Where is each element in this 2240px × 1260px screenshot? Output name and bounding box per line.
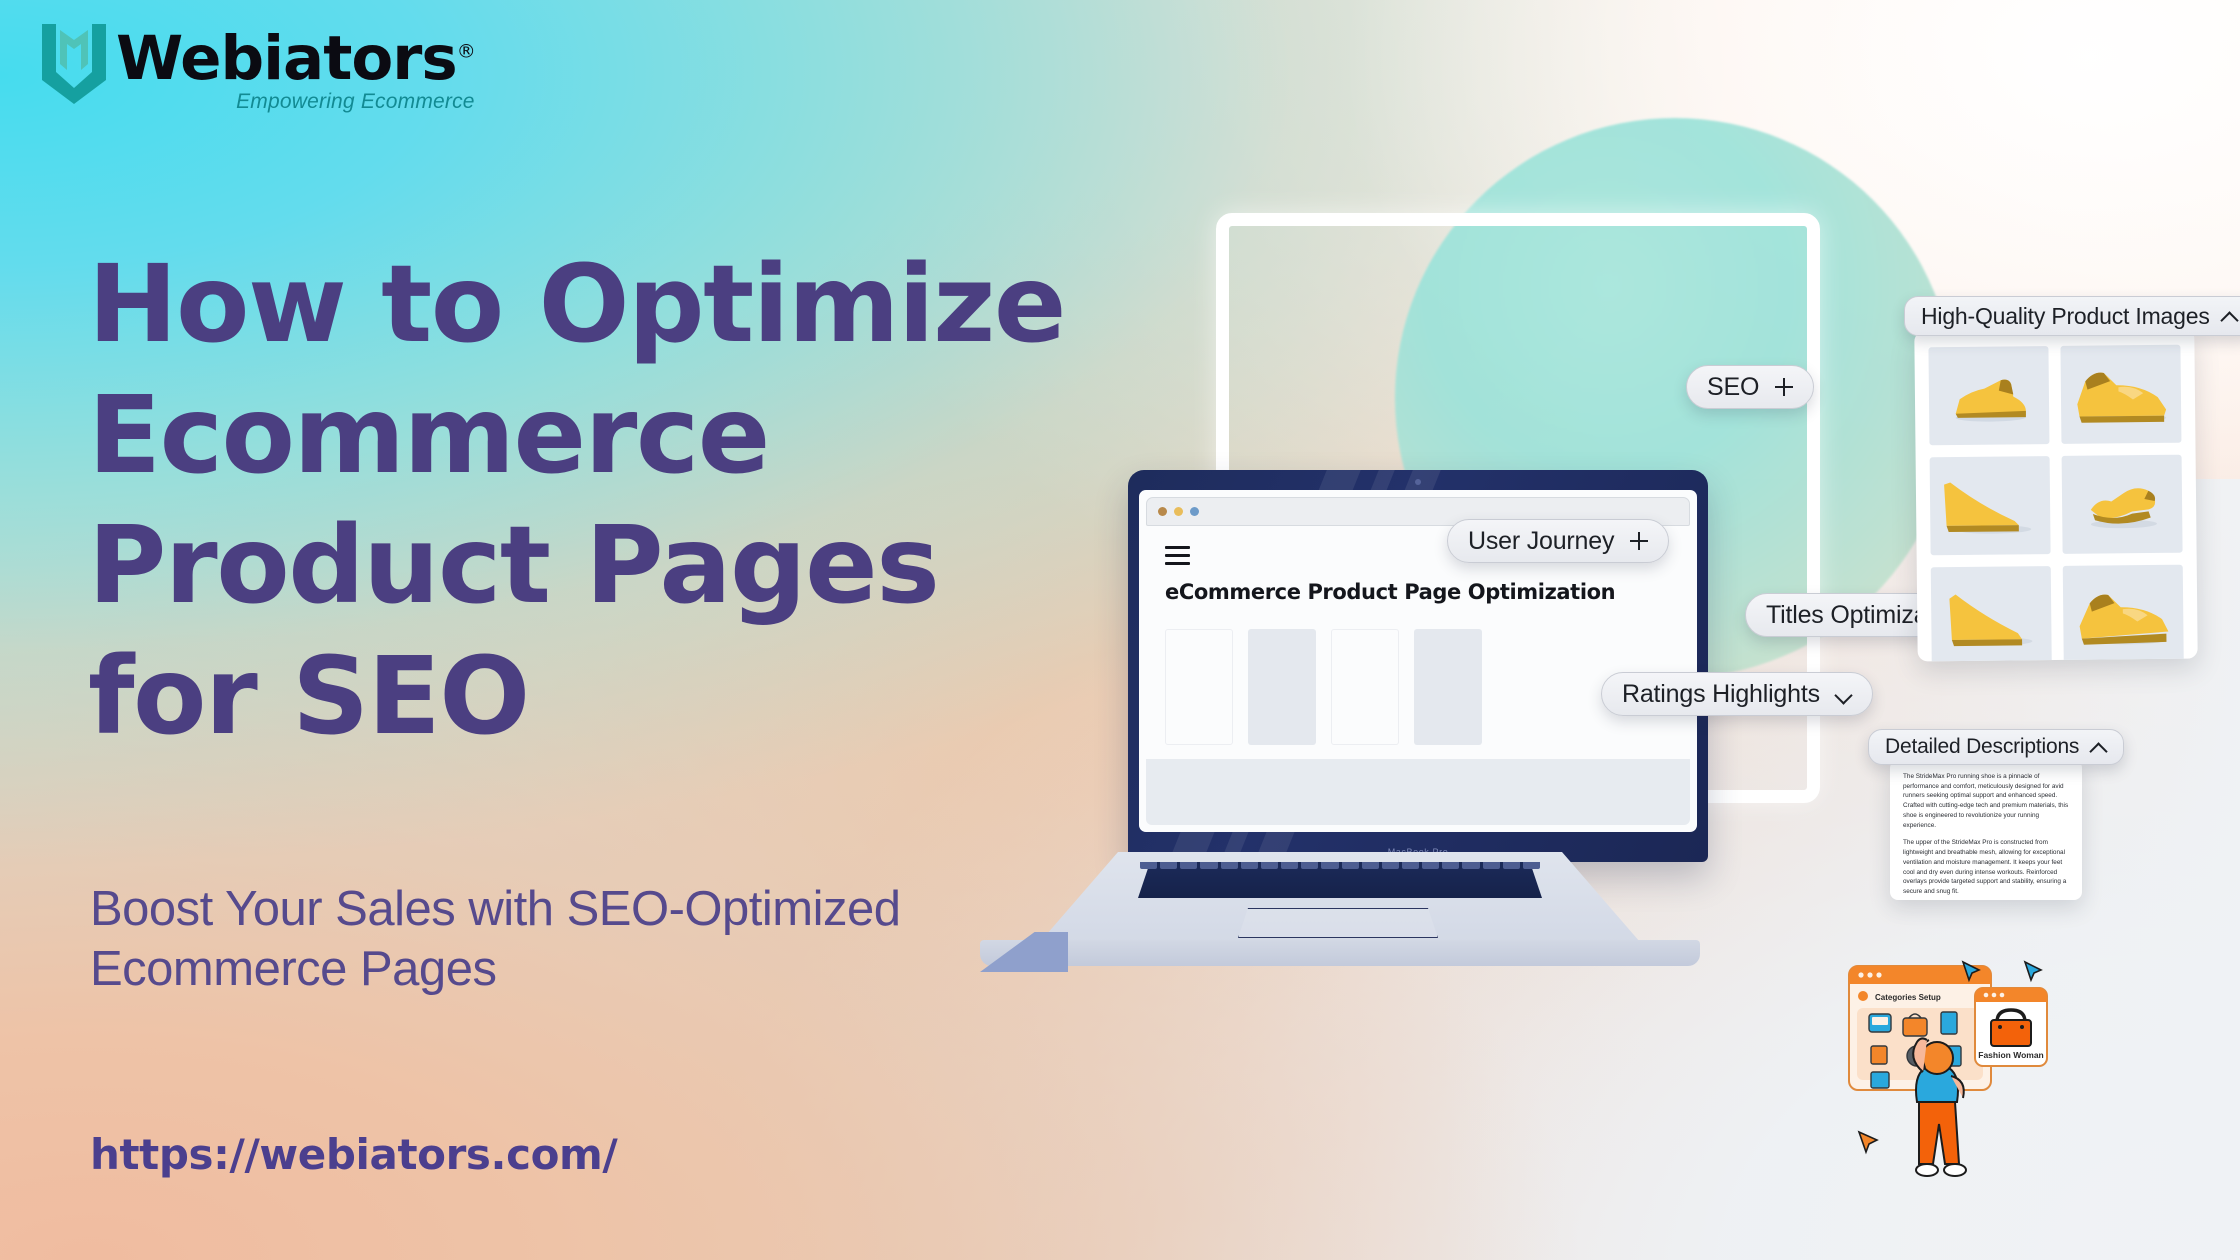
card-title: High-Quality Product Images bbox=[1921, 302, 2210, 329]
brand-logo[interactable]: Webiators® Empowering Ecommerce bbox=[36, 16, 476, 114]
brand-name: Webiators® bbox=[116, 23, 476, 94]
pill-user-journey[interactable]: User Journey bbox=[1447, 519, 1670, 563]
pill-label: Ratings Highlights bbox=[1622, 679, 1820, 708]
plus-icon[interactable] bbox=[1775, 378, 1794, 396]
product-tile[interactable] bbox=[1414, 629, 1482, 745]
product-image-thumb[interactable] bbox=[2060, 344, 2182, 444]
product-tile[interactable] bbox=[1248, 629, 1316, 745]
website-url-link[interactable]: https://webiators.com/ bbox=[90, 1130, 618, 1179]
product-image-thumb[interactable] bbox=[1929, 456, 2051, 556]
yellow-shoe-icon bbox=[2091, 488, 2158, 529]
description-paragraph: The upper of the StrideMax Pro is constr… bbox=[1903, 839, 2067, 896]
product-image-thumb[interactable] bbox=[1930, 566, 2052, 662]
laptop-base bbox=[980, 852, 1700, 980]
cursor-arrow-icon bbox=[2023, 960, 2043, 983]
laptop-base-lip bbox=[980, 940, 1700, 966]
keyboard-keys bbox=[1139, 862, 1541, 869]
brand-wordmark-block: Webiators® Empowering Ecommerce bbox=[116, 16, 476, 114]
description-paragraph: The StrideMax Pro running shoe is a pinn… bbox=[1903, 773, 2069, 829]
poster-canvas: Webiators® Empowering Ecommerce How to O… bbox=[0, 0, 2240, 1260]
webcam-icon bbox=[1415, 479, 1421, 485]
yellow-shoe-icon bbox=[2077, 372, 2167, 423]
chevron-up-icon[interactable] bbox=[2222, 308, 2238, 324]
card-header-detailed-descriptions[interactable]: Detailed Descriptions bbox=[1868, 729, 2125, 765]
window-minimize-dot-icon[interactable] bbox=[1174, 507, 1183, 516]
detailed-descriptions-card: The StrideMax Pro running shoe is a pinn… bbox=[1890, 760, 2082, 900]
yellow-shoe-icon bbox=[1944, 482, 2032, 534]
browser-footer-strip bbox=[1146, 759, 1690, 825]
product-card-label: Fashion Woman bbox=[1978, 1050, 2044, 1060]
card-title: Detailed Descriptions bbox=[1885, 735, 2080, 758]
card-header-product-images[interactable]: High-Quality Product Images bbox=[1904, 296, 2240, 336]
yellow-shoe-icon bbox=[1949, 594, 2033, 646]
fashion-woman-card: Fashion Woman bbox=[1974, 987, 2048, 1067]
pill-seo[interactable]: SEO bbox=[1686, 365, 1815, 409]
cursor-arrow-icon bbox=[1857, 1130, 1879, 1155]
product-tile-row bbox=[1165, 629, 1671, 745]
pill-ratings-highlights[interactable]: Ratings Highlights bbox=[1601, 672, 1873, 716]
page-title: How to Optimize Ecommerce Product Pages … bbox=[88, 243, 1066, 759]
pill-label: User Journey bbox=[1468, 526, 1615, 555]
trackpad[interactable] bbox=[1238, 908, 1438, 938]
pill-label: SEO bbox=[1707, 372, 1760, 401]
browser-page-heading: eCommerce Product Page Optimization bbox=[1165, 580, 1616, 604]
window-maximize-dot-icon[interactable] bbox=[1190, 507, 1199, 516]
chevron-down-icon[interactable] bbox=[1836, 686, 1852, 702]
plus-icon[interactable] bbox=[1630, 532, 1649, 550]
hamburger-menu-icon[interactable] bbox=[1165, 546, 1190, 565]
registered-mark: ® bbox=[456, 40, 476, 63]
product-image-thumb[interactable] bbox=[2062, 564, 2184, 662]
product-tile[interactable] bbox=[1331, 629, 1399, 745]
yellow-shoe-icon bbox=[2080, 594, 2169, 645]
svg-text:Categories Setup: Categories Setup bbox=[1875, 993, 1941, 1002]
page-subtitle: Boost Your Sales with SEO-Optimized Ecom… bbox=[90, 882, 901, 996]
product-image-thumb[interactable] bbox=[2061, 454, 2183, 554]
chevron-up-icon[interactable] bbox=[2091, 739, 2107, 755]
window-close-dot-icon[interactable] bbox=[1158, 507, 1167, 516]
webiators-shield-w-logo-icon bbox=[42, 24, 106, 104]
product-tile[interactable] bbox=[1165, 629, 1233, 745]
product-image-thumb[interactable] bbox=[1928, 346, 2050, 446]
yellow-shoe-icon bbox=[1956, 379, 2027, 422]
product-images-card bbox=[1914, 328, 2198, 662]
product-image-grid bbox=[1928, 344, 2184, 662]
ecommerce-categories-illustration: Categories Setup Fashion Woman bbox=[1845, 950, 2090, 1190]
